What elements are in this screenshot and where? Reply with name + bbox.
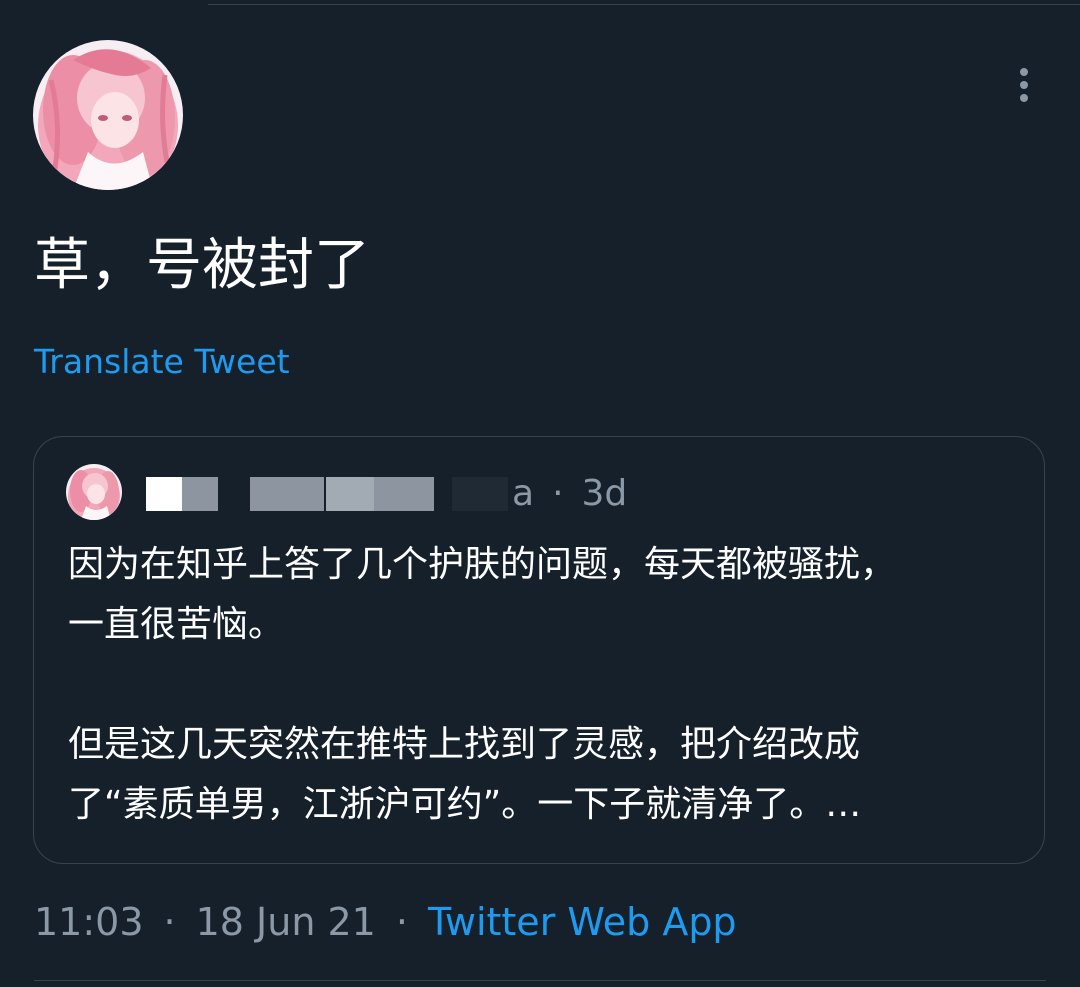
redacted-name-part	[182, 477, 218, 511]
redacted-handle	[452, 477, 508, 511]
more-options-icon	[1020, 68, 1028, 76]
tweet-text: 草，号被封了	[34, 233, 370, 298]
avatar-illustration	[33, 40, 183, 190]
top-divider	[208, 4, 1080, 5]
footer-separator: ·	[163, 900, 176, 944]
quoted-tweet-card[interactable]: a · 3d 因为在知乎上答了几个护肤的问题，每天都被骚扰， 一直很苦恼。 但是这几…	[33, 436, 1045, 864]
quoted-tweet-meta: a · 3d	[512, 472, 627, 516]
quoted-author-avatar[interactable]	[66, 464, 122, 520]
quoted-handle-suffix: a	[512, 473, 535, 514]
redacted-handle	[250, 477, 324, 511]
tweet-source-link[interactable]: Twitter Web App	[428, 900, 737, 944]
quoted-avatar-illustration	[66, 464, 122, 520]
redacted-handle	[374, 477, 434, 511]
quoted-tweet-paragraph: 因为在知乎上答了几个护肤的问题，每天都被骚扰， 一直很苦恼。	[68, 544, 897, 645]
author-avatar[interactable]	[33, 40, 183, 190]
redacted-handle	[326, 477, 374, 511]
tweet-time[interactable]: 11:03	[34, 900, 144, 944]
quoted-tweet-body: 因为在知乎上答了几个护肤的问题，每天都被骚扰， 一直很苦恼。 但是这几天突然在推…	[68, 535, 1018, 835]
translate-tweet-link[interactable]: Translate Tweet	[34, 342, 290, 382]
quoted-tweet-age[interactable]: 3d	[582, 473, 628, 514]
quoted-tweet-paragraph: 但是这几天突然在推特上找到了灵感，把介绍改成 了“素质单男，江浙沪可约”。一下子…	[68, 724, 862, 825]
bottom-divider	[34, 980, 1046, 981]
tweet-footer-meta: 11:03 · 18 Jun 21 · Twitter Web App	[34, 898, 737, 946]
footer-separator: ·	[395, 900, 408, 944]
meta-separator: ·	[552, 473, 564, 514]
more-options-button[interactable]	[1004, 60, 1044, 110]
tweet-date[interactable]: 18 Jun 21	[196, 900, 376, 944]
